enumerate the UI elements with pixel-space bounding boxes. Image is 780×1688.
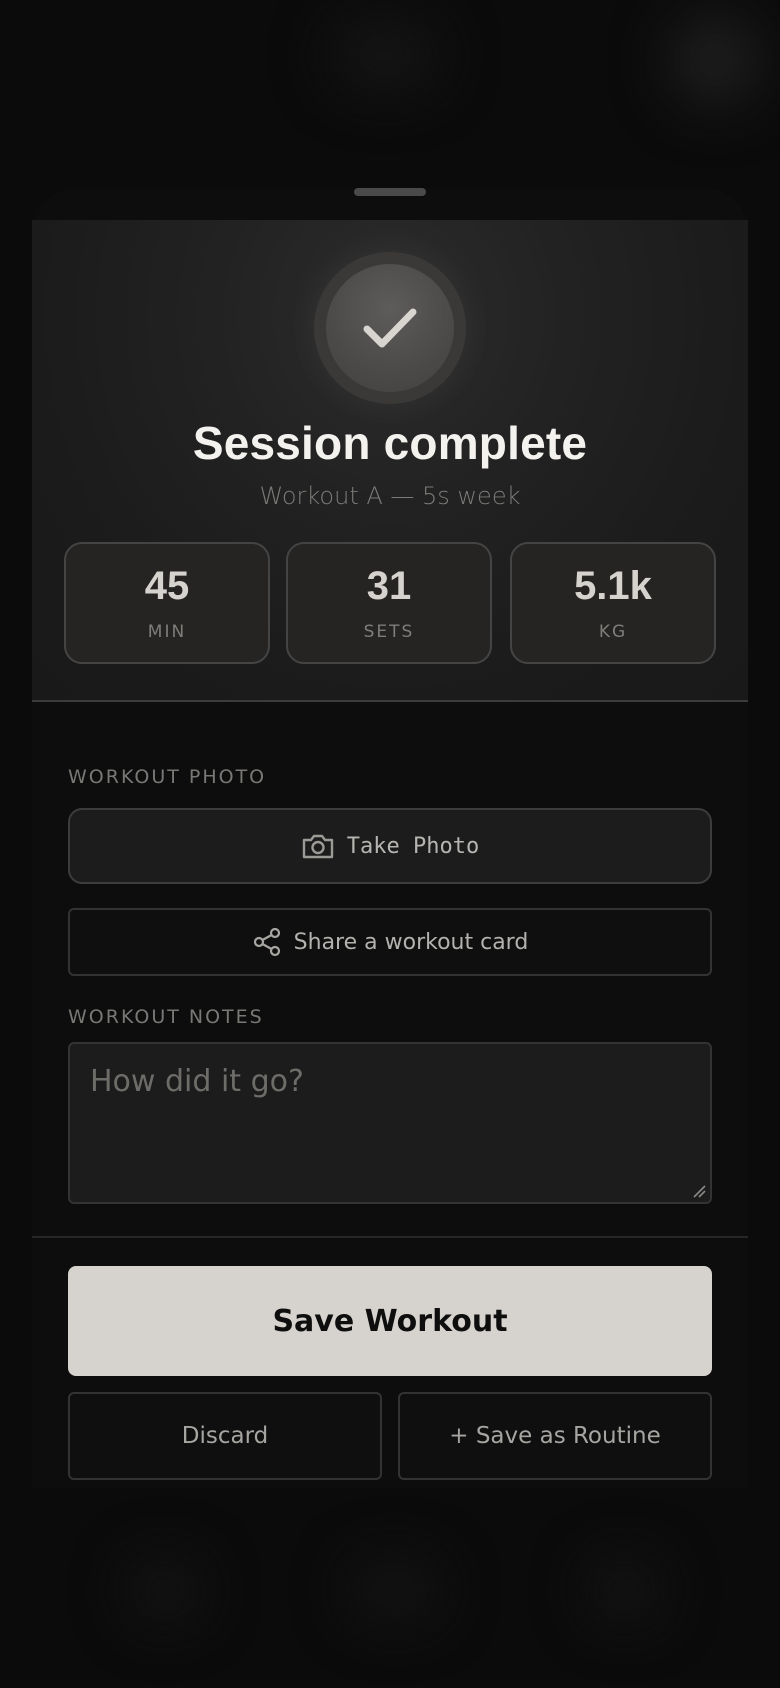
- stat-label: SETS: [363, 622, 415, 642]
- stat-label: MIN: [147, 622, 187, 642]
- workout-notes-label: WORKOUT NOTES: [68, 1006, 264, 1028]
- background-glow: [130, 1560, 200, 1620]
- take-photo-label: Take Photo: [346, 833, 480, 859]
- stat-value: 5.1k: [574, 564, 652, 608]
- background-glow: [670, 15, 760, 105]
- save-workout-button[interactable]: Save Workout: [68, 1266, 712, 1376]
- stat-value: 45: [144, 564, 190, 608]
- sheet-drag-handle[interactable]: [354, 188, 426, 196]
- page-title: Session complete: [192, 417, 588, 469]
- success-badge: [314, 252, 466, 404]
- share-workout-card-label: Share a workout card: [293, 929, 529, 955]
- discard-button[interactable]: Discard: [68, 1392, 382, 1480]
- divider: [32, 1236, 748, 1238]
- background-glow: [590, 1560, 660, 1620]
- workout-subtitle: Workout A — 5s week: [259, 482, 521, 510]
- summary-header: Session complete Workout A — 5s week 45 …: [32, 220, 748, 702]
- divider: [32, 700, 748, 702]
- save-as-routine-button[interactable]: + Save as Routine: [398, 1392, 712, 1480]
- checkmark-icon: [363, 308, 417, 348]
- stat-card-duration: 45 MIN: [64, 542, 270, 664]
- background-glow: [330, 20, 440, 90]
- stat-value: 31: [366, 564, 412, 608]
- session-complete-screen: Session complete Workout A — 5s week 45 …: [0, 0, 780, 1688]
- stat-label: KG: [598, 622, 628, 642]
- camera-icon: [302, 834, 333, 859]
- background-glow: [350, 1560, 440, 1620]
- share-icon: [253, 927, 280, 957]
- workout-notes-field[interactable]: How did it go?: [68, 1042, 712, 1204]
- stat-card-sets: 31 SETS: [286, 542, 492, 664]
- notes-placeholder: How did it go?: [90, 1064, 304, 1099]
- share-workout-card-button[interactable]: Share a workout card: [68, 908, 712, 976]
- resize-grip-icon[interactable]: [692, 1184, 706, 1198]
- stat-card-volume: 5.1k KG: [510, 542, 716, 664]
- sheet-content: Session complete Workout A — 5s week 45 …: [32, 220, 748, 1480]
- take-photo-button[interactable]: Take Photo: [68, 808, 712, 884]
- workout-photo-label: WORKOUT PHOTO: [68, 766, 267, 788]
